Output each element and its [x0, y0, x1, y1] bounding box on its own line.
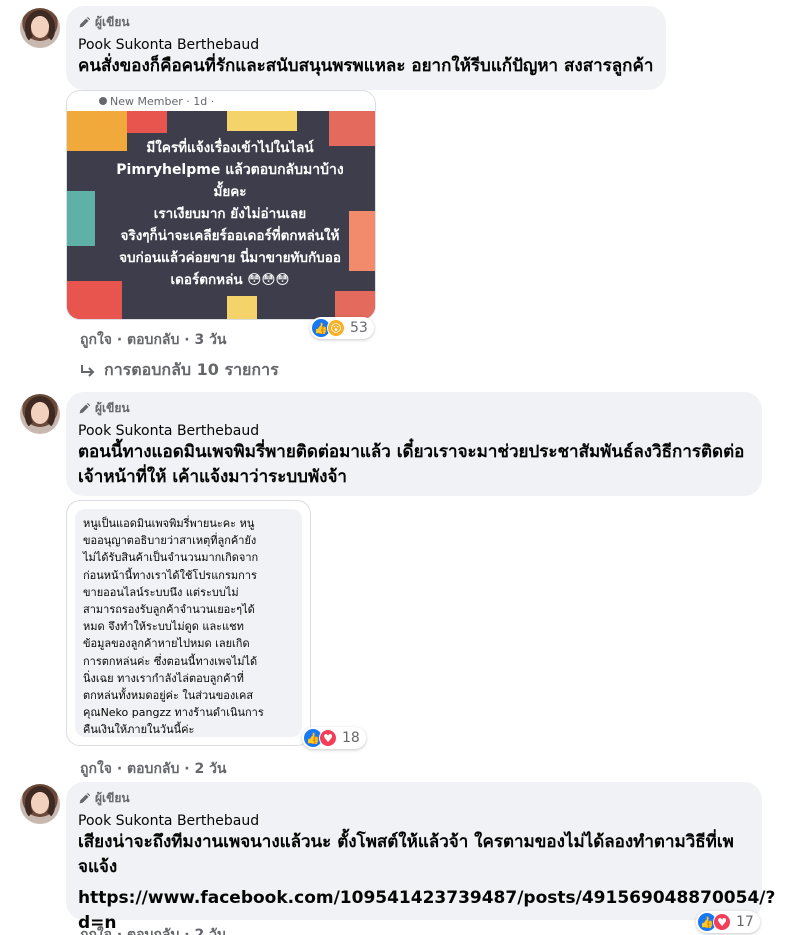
image-text-line: Pimryhelpme แล้วตอบกลับมาบ้าง — [116, 162, 344, 178]
author-badge-label: ผู้เขียน — [95, 400, 130, 415]
author-badge: ผู้เขียน — [78, 14, 654, 30]
reaction-count: 17 — [736, 914, 754, 930]
care-icon: ♥ — [713, 913, 731, 931]
comment-text-line: เสียงน่าจะถึงทีมงานเพจนางแล้วนะ ตั้งโพสต… — [78, 832, 734, 852]
comment-text-line: ตอนนี้ทางแอดมินเพจพิมรี่พายติดต่อมาแล้ว … — [78, 442, 745, 462]
comment-bubble: ผู้เขียน Pook Sukonta Berthebaud เสียงน่… — [66, 782, 775, 933]
image-text-line: จบก่อนแล้วค่อยขาย นี่มาขายทับกับออ — [119, 250, 341, 266]
reaction-count: 18 — [342, 730, 360, 746]
comment-actions[interactable]: ถูกใจ · ตอบกลับ · 3 วัน — [80, 329, 227, 351]
commenter-name[interactable]: Pook Sukonta Berthebaud — [78, 36, 654, 54]
comment-text-line: จแจ้ง — [78, 857, 118, 877]
reaction-summary[interactable]: 👍 😮 53 — [310, 317, 374, 339]
gift-decoration — [227, 111, 297, 131]
comment-text-line: เจ้าหน้าที่ให้ เค้าแจ้งมาว่าระบบพังจ้า — [78, 467, 347, 487]
view-replies-link[interactable]: การตอบกลับ 10 รายการ — [80, 358, 279, 383]
image-poster: มีใครที่แจ้งเรื่องเข้าไปในไลน์ Pimryhelp… — [67, 111, 375, 319]
gift-decoration — [227, 296, 257, 319]
comment-bubble: ผู้เขียน Pook Sukonta Berthebaud ตอนนี้ท… — [66, 392, 762, 496]
reaction-summary[interactable]: 👍 ♥ 18 — [302, 727, 366, 749]
image-text-line: เราเงียบมาก ยังไม่อ่านเลย — [153, 206, 307, 222]
reaction-summary[interactable]: 👍 ♥ 17 — [696, 911, 760, 933]
avatar[interactable] — [20, 394, 60, 434]
author-badge: ผู้เขียน — [78, 400, 750, 416]
image-text-line: เดอร์ตกหล่น 😳😳😳 — [170, 272, 290, 288]
avatar[interactable] — [20, 8, 60, 48]
screenshot-text: หนูเป็นแอดมินเพจพิมรี่พายนะคะ หนู ขออนุญ… — [83, 517, 264, 737]
screenshot-message: หนูเป็นแอดมินเพจพิมรี่พายนะคะ หนู ขออนุญ… — [75, 509, 302, 737]
comment-bubble: ผู้เขียน Pook Sukonta Berthebaud คนสั่งข… — [66, 6, 666, 90]
image-text-line: จริงๆก็น่าจะเคลียร์ออเดอร์ที่ตกหล่นให้ — [120, 228, 340, 244]
comment-text: คนสั่งของก็คือคนที่รักและสนับสนุนพรพแหละ… — [78, 56, 654, 76]
comment-image[interactable]: New Member · 1d · มีใครที่แจ้งเรื่องเข้า… — [66, 90, 376, 320]
gift-decoration — [127, 111, 167, 133]
commenter-name[interactable]: Pook Sukonta Berthebaud — [78, 812, 750, 830]
image-text-line: มีใครที่แจ้งเรื่องเข้าไปในไลน์ — [146, 140, 314, 156]
image-header: New Member · 1d · — [67, 91, 375, 111]
reaction-count: 53 — [350, 320, 368, 336]
replies-label: การตอบกลับ 10 รายการ — [104, 360, 279, 379]
author-badge-label: ผู้เขียน — [95, 790, 130, 805]
image-text-line: มั้ยคะ — [213, 184, 247, 200]
avatar[interactable] — [20, 784, 60, 824]
gift-decoration — [67, 191, 95, 246]
comment-actions[interactable]: ถูกใจ · ตอบกลับ · 2 วัน — [80, 758, 227, 780]
commenter-name[interactable]: Pook Sukonta Berthebaud — [78, 422, 750, 440]
pencil-icon — [79, 16, 91, 27]
gift-decoration — [335, 291, 375, 319]
comment-actions[interactable]: ถูกใจ · ตอบกลับ · 2 วัน — [80, 924, 227, 935]
pencil-icon — [79, 792, 91, 803]
image-header-text: New Member · 1d · — [110, 94, 215, 108]
comment-image[interactable]: หนูเป็นแอดมินเพจพิมรี่พายนะคะ หนู ขออนุญ… — [66, 500, 311, 746]
pencil-icon — [79, 402, 91, 413]
care-icon: ♥ — [319, 729, 337, 747]
author-badge-label: ผู้เขียน — [95, 14, 130, 29]
author-badge: ผู้เขียน — [78, 790, 750, 806]
image-message: มีใครที่แจ้งเรื่องเข้าไปในไลน์ Pimryhelp… — [97, 137, 363, 291]
haha-icon: 😮 — [327, 319, 345, 337]
reply-arrow-icon — [81, 364, 95, 377]
globe-icon — [99, 97, 107, 105]
